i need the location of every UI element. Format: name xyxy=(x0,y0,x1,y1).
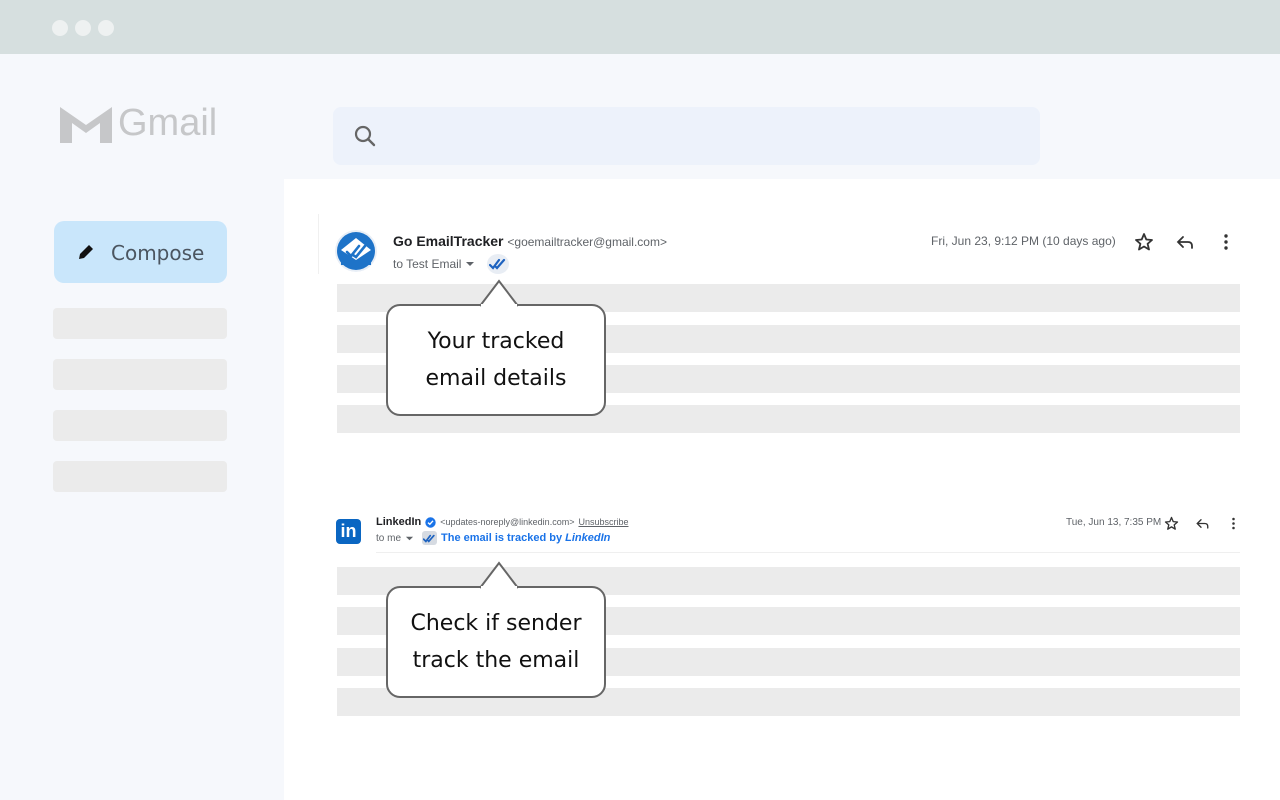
callout-pointer xyxy=(479,561,519,590)
tracker-name: LinkedIn xyxy=(565,532,611,544)
email-timestamp: Tue, Jun 13, 7:35 PM xyxy=(1066,517,1162,528)
recipient-line: to me The email is tracked by LinkedIn xyxy=(376,531,610,545)
callout-line: email details xyxy=(425,366,567,391)
star-icon[interactable] xyxy=(1164,516,1179,531)
recipient-dropdown-icon[interactable] xyxy=(465,259,475,269)
callout-line: Your tracked xyxy=(427,329,565,354)
double-check-icon xyxy=(489,258,506,270)
callout-pointer xyxy=(479,279,519,308)
window-controls xyxy=(52,20,114,36)
compose-button[interactable]: Compose xyxy=(54,221,227,283)
search-icon[interactable] xyxy=(353,124,379,150)
maximize-window-dot[interactable] xyxy=(98,20,114,36)
gmail-logo[interactable]: Gmail xyxy=(58,102,217,145)
tracking-status-button[interactable] xyxy=(487,254,510,274)
recipient-dropdown-icon[interactable] xyxy=(405,534,414,543)
sidebar-item-placeholder[interactable] xyxy=(53,410,227,441)
callout-line: Check if sender xyxy=(410,611,582,636)
minimize-window-dot[interactable] xyxy=(75,20,91,36)
linkedin-avatar: in xyxy=(336,519,361,544)
callout-line: track the email xyxy=(412,648,580,673)
more-options-icon[interactable] xyxy=(1216,232,1236,252)
unsubscribe-link[interactable]: Unsubscribe xyxy=(578,517,628,527)
close-window-dot[interactable] xyxy=(52,20,68,36)
recipient-label: to Test Email xyxy=(393,257,462,271)
gmail-m-icon xyxy=(60,106,112,143)
tracked-by-notice: The email is tracked by LinkedIn xyxy=(441,532,610,544)
double-check-icon xyxy=(423,534,435,543)
sender-address: <updates-noreply@linkedin.com> xyxy=(440,517,575,527)
verified-badge-icon xyxy=(425,516,436,528)
reply-icon[interactable] xyxy=(1195,516,1210,531)
email-timestamp: Fri, Jun 23, 9:12 PM (10 days ago) xyxy=(931,234,1116,248)
go-emailtracker-avatar xyxy=(335,230,377,272)
sender-tracking-callout: Check if sender track the email xyxy=(386,586,606,698)
reply-icon[interactable] xyxy=(1175,232,1195,252)
tracked-text: The email is tracked by xyxy=(441,532,563,544)
sender-name[interactable]: Go EmailTracker xyxy=(393,233,504,249)
sender-line: Go EmailTracker <goemailtracker@gmail.co… xyxy=(393,233,667,249)
star-icon[interactable] xyxy=(1134,232,1154,252)
sidebar-item-placeholder[interactable] xyxy=(53,461,227,492)
compose-label: Compose xyxy=(111,241,205,265)
recipient-line: to Test Email xyxy=(393,254,510,274)
tracking-status-button[interactable] xyxy=(422,531,438,545)
pencil-icon xyxy=(79,245,93,259)
search-input[interactable] xyxy=(389,121,1019,151)
sender-line: LinkedIn <updates-noreply@linkedin.com> … xyxy=(376,516,628,528)
sender-name[interactable]: LinkedIn xyxy=(376,516,421,528)
header-divider xyxy=(376,552,1240,553)
gmail-logo-text: Gmail xyxy=(118,102,218,144)
tracked-details-callout: Your tracked email details xyxy=(386,304,606,416)
sender-address: <goemailtracker@gmail.com> xyxy=(507,235,667,249)
search-bar[interactable] xyxy=(333,107,1040,165)
sidebar-item-placeholder[interactable] xyxy=(53,359,227,390)
sidebar-item-placeholder[interactable] xyxy=(53,308,227,339)
window-titlebar xyxy=(0,0,1280,54)
recipient-label: to me xyxy=(376,532,402,544)
divider xyxy=(318,214,319,274)
more-options-icon[interactable] xyxy=(1226,516,1241,531)
